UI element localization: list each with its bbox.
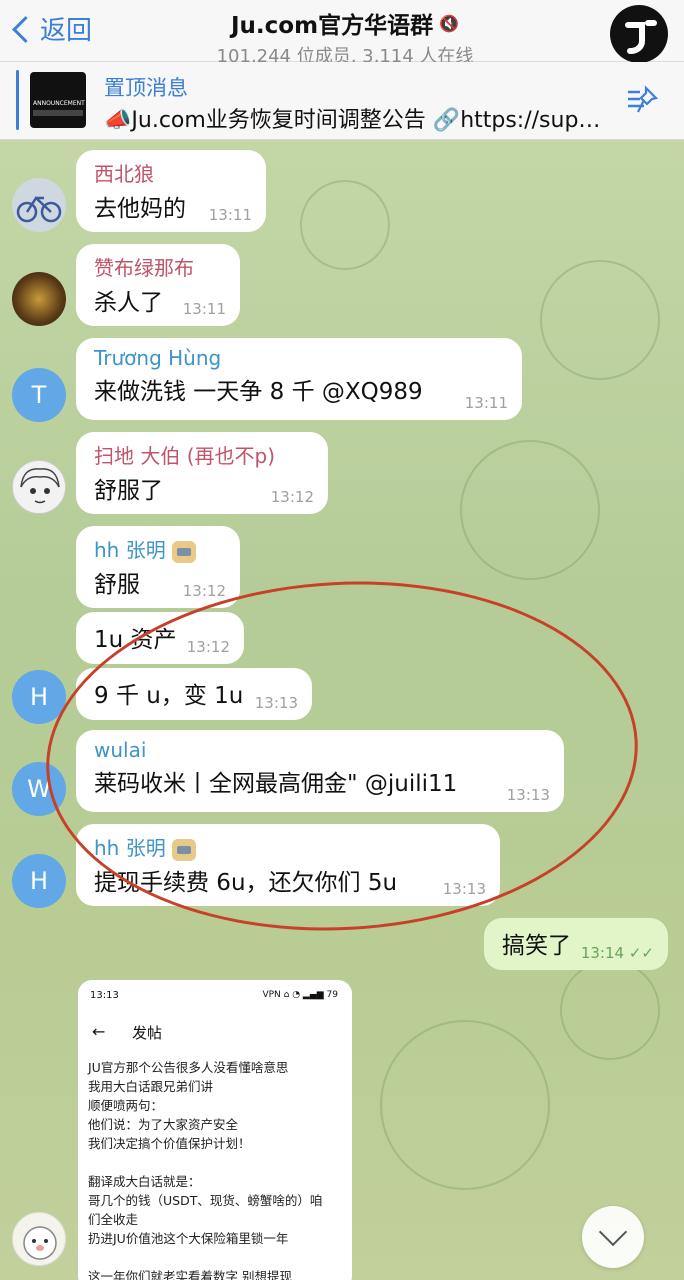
sender-name: 西北狼 bbox=[94, 162, 154, 186]
chat-header: 返回 Ju.com官方华语群 🔇 101,244 位成员, 3,114 人在线 bbox=[0, 0, 684, 67]
sender-name: 赞布绿那布 bbox=[94, 256, 194, 280]
avatar-hh-2[interactable]: H bbox=[12, 854, 66, 908]
message-list[interactable]: T H W H 西北狼 去他妈的 13:11 赞布绿那布 杀人了 13:11 T… bbox=[0, 140, 684, 1280]
card-title: 发帖 bbox=[132, 1024, 163, 1042]
message-text: 来做洗钱 一天争 8 千 @XQ989 bbox=[94, 372, 506, 406]
message-time: 13:11 bbox=[208, 206, 252, 224]
chat-title-text: Ju.com官方华语群 bbox=[231, 13, 434, 39]
bear-avatar-icon bbox=[23, 1226, 57, 1260]
read-check-icon: ✓✓ bbox=[628, 944, 654, 962]
outgoing-message-bubble[interactable]: 搞笑了 13:14 ✓✓ bbox=[484, 918, 668, 970]
message-time: 13:12 bbox=[182, 582, 226, 600]
pinned-label: 置顶消息 bbox=[104, 76, 188, 100]
message-time-text: 13:14 bbox=[580, 944, 625, 962]
pinned-thumbnail-bar bbox=[33, 110, 83, 116]
laptop-emoji-icon bbox=[171, 540, 196, 563]
ju-logo-icon bbox=[625, 20, 657, 54]
message-bubble[interactable]: 扫地 大伯 (再也不p) 舒服了 13:12 bbox=[76, 432, 328, 514]
pinned-thumbnail: ANNOUNCEMENT bbox=[30, 72, 86, 128]
image-message[interactable]: 13:13 VPN ⌂ ◔ ▂▄▆ 79 ← 发帖 JU官方那个公告很多人没看懂… bbox=[78, 980, 352, 1280]
avatar-xibeilang[interactable] bbox=[12, 178, 66, 232]
message-bubble[interactable]: Trương Hùng 来做洗钱 一天争 8 千 @XQ989 13:11 bbox=[76, 338, 522, 420]
scroll-to-bottom-button[interactable] bbox=[582, 1206, 644, 1268]
sender-name: hh 张明 bbox=[94, 534, 224, 563]
avatar-bear[interactable] bbox=[12, 1212, 66, 1266]
anime-avatar-icon bbox=[20, 468, 60, 504]
wallpaper-doodle bbox=[380, 1020, 550, 1190]
message-text-body: 来做洗钱 一天争 8 千 @XQ989 bbox=[94, 379, 423, 405]
avatar-letter: H bbox=[29, 867, 49, 895]
card-status-icons: VPN ⌂ ◔ ▂▄▆ 79 bbox=[262, 990, 338, 1000]
back-label: 返回 bbox=[40, 16, 93, 46]
group-avatar[interactable] bbox=[610, 5, 668, 63]
avatar-zanbu[interactable] bbox=[12, 272, 66, 326]
card-body-text: JU官方那个公告很多人没看懂啥意思 我用大白话跟兄弟们讲 顺便喷两句： 他们说：… bbox=[88, 1060, 323, 1280]
back-button[interactable]: 返回 bbox=[10, 10, 92, 47]
avatar-letter: H bbox=[29, 683, 49, 711]
message-time: 13:12 bbox=[270, 488, 314, 506]
chat-title-area[interactable]: Ju.com官方华语群 🔇 101,244 位成员, 3,114 人在线 bbox=[150, 6, 540, 68]
avatar-saodi[interactable] bbox=[12, 460, 66, 514]
pin-list-icon[interactable] bbox=[626, 84, 660, 118]
chat-title: Ju.com官方华语群 🔇 bbox=[231, 6, 459, 40]
sender-name: 扫地 大伯 (再也不p) bbox=[94, 444, 276, 468]
message-time: 13:14 ✓✓ bbox=[581, 944, 654, 962]
pinned-thumbnail-caption: ANNOUNCEMENT bbox=[33, 100, 85, 107]
message-bubble[interactable]: 西北狼 去他妈的 13:11 bbox=[76, 150, 266, 232]
message-time: 13:11 bbox=[464, 394, 508, 412]
pinned-message-bar[interactable]: ANNOUNCEMENT 置顶消息 📣Ju.com业务恢复时间调整公告 🔗htt… bbox=[0, 62, 684, 140]
mute-icon: 🔇 bbox=[439, 13, 459, 33]
bicycle-avatar-icon bbox=[16, 196, 62, 223]
card-back-arrow-icon: ← bbox=[92, 1022, 106, 1041]
wallpaper-doodle bbox=[460, 440, 600, 580]
chevron-left-icon bbox=[10, 12, 32, 46]
avatar-letter: T bbox=[31, 381, 47, 409]
wallpaper-doodle bbox=[560, 960, 660, 1060]
pinned-text: 📣Ju.com业务恢复时间调整公告 🔗https://sup… bbox=[104, 108, 601, 133]
sender-name: Trương Hùng bbox=[94, 346, 222, 370]
wallpaper-doodle bbox=[540, 260, 660, 380]
sender-name-text: hh 张明 bbox=[94, 538, 166, 562]
wallpaper-doodle bbox=[300, 180, 390, 270]
message-bubble[interactable]: 赞布绿那布 杀人了 13:11 bbox=[76, 244, 240, 326]
message-bubble[interactable]: hh 张明 舒服 13:12 bbox=[76, 526, 240, 608]
avatar-truong[interactable]: T bbox=[12, 368, 66, 422]
pinned-indicator bbox=[16, 70, 19, 130]
card-status-time: 13:13 bbox=[90, 990, 119, 1001]
message-time: 13:11 bbox=[182, 300, 226, 318]
